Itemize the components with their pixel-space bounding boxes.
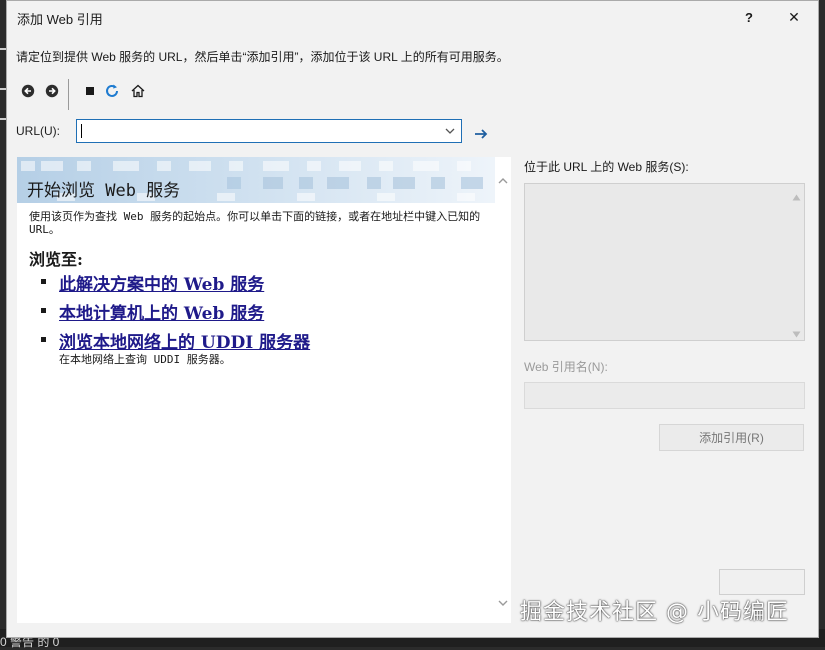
page-title: 开始浏览 Web 服务 <box>27 181 181 201</box>
bullet <box>41 279 46 284</box>
home-icon[interactable] <box>128 81 148 101</box>
back-icon[interactable] <box>18 81 38 101</box>
scroll-down-icon[interactable] <box>497 597 509 607</box>
window-title: 添加 Web 引用 <box>17 12 103 27</box>
text-caret <box>81 124 82 138</box>
refresh-icon[interactable] <box>102 81 122 101</box>
title-bar: 添加 Web 引用 ? ✕ <box>7 1 818 33</box>
forward-icon[interactable] <box>42 81 62 101</box>
intro-text: 使用该页作为查找 Web 服务的起始点。你可以单击下面的链接，或者在地址栏中键入… <box>29 210 481 236</box>
web-reference-name-label: Web 引用名(N): <box>524 360 608 374</box>
scroll-up-icon[interactable] <box>497 175 509 185</box>
banner: 开始浏览 Web 服务 <box>17 157 495 203</box>
cancel-button[interactable] <box>719 569 805 595</box>
services-label: 位于此 URL 上的 Web 服务(S): <box>524 160 689 174</box>
instruction-text: 请定位到提供 Web 服务的 URL，然后单击“添加引用”，添加位于该 URL … <box>16 50 509 64</box>
web-reference-name-input[interactable] <box>524 382 805 409</box>
add-reference-button[interactable]: 添加引用(R) <box>659 424 804 451</box>
url-input[interactable] <box>81 122 431 140</box>
scroll-up-icon[interactable] <box>792 190 801 201</box>
uddi-link-description: 在本地网络上查询 UDDI 服务器。 <box>59 353 231 366</box>
close-button[interactable]: ✕ <box>779 5 809 29</box>
arrow-right-icon[interactable] <box>473 126 489 142</box>
browse-heading: 浏览至: <box>29 250 83 269</box>
url-label: URL(U): <box>16 124 60 138</box>
solution-services-link[interactable]: 此解决方案中的 Web 服务 <box>59 270 264 295</box>
toolbar-separator <box>68 79 69 110</box>
stop-icon[interactable] <box>80 81 100 101</box>
bullet <box>41 308 46 313</box>
services-list[interactable] <box>524 183 805 341</box>
watermark: 掘金技术社区 @ 小码编匠 <box>520 600 789 625</box>
help-button[interactable]: ? <box>734 5 764 29</box>
browser-toolbar <box>16 79 216 110</box>
add-web-reference-dialog: 添加 Web 引用 ? ✕ 请定位到提供 Web 服务的 URL，然后单击“添加… <box>6 0 819 638</box>
local-computer-services-link[interactable]: 本地计算机上的 Web 服务 <box>59 299 264 324</box>
uddi-servers-link[interactable]: 浏览本地网络上的 UDDI 服务器 <box>59 328 310 353</box>
browser-pane: 开始浏览 Web 服务 使用该页作为查找 Web 服务的起始点。你可以单击下面的… <box>17 157 511 623</box>
bullet <box>41 337 46 342</box>
url-combobox[interactable] <box>76 119 462 143</box>
chevron-down-icon[interactable] <box>443 124 457 138</box>
scroll-down-icon[interactable] <box>792 327 801 338</box>
